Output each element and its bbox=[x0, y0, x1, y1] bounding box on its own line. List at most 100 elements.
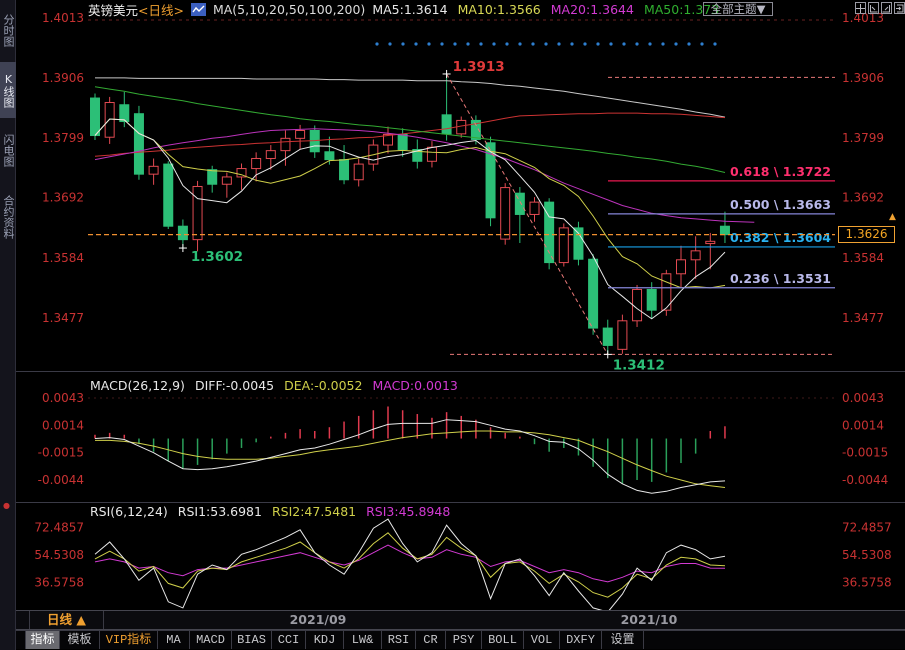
toolbar-tab-11[interactable]: PSY bbox=[446, 630, 482, 649]
price-axis-label-left: 1.3477 bbox=[42, 311, 84, 325]
price-axis-label-right: 1.3906 bbox=[842, 71, 884, 85]
pane-divider[interactable] bbox=[16, 371, 905, 372]
ma-value-label: MA5:1.3614 bbox=[372, 2, 447, 17]
sidebar-item-1[interactable]: K线图 bbox=[0, 62, 16, 118]
toolbar-tab-6[interactable]: CCI bbox=[272, 630, 306, 649]
candle-body bbox=[354, 164, 363, 180]
theme-dot-icon bbox=[518, 42, 521, 45]
symbol-name: 英镑美元 bbox=[88, 3, 138, 18]
axis-corner-cell bbox=[16, 611, 30, 629]
theme-dot-icon bbox=[401, 42, 404, 45]
candle-body bbox=[647, 289, 656, 310]
candle-body bbox=[427, 147, 436, 161]
candle-body bbox=[193, 186, 202, 239]
fib-label: 0.500 \ 1.3663 bbox=[730, 197, 831, 212]
theme-dot-icon bbox=[388, 42, 391, 45]
rsi2-value: RSI2:47.5481 bbox=[272, 504, 356, 519]
macd-axis-label-left: 0.0043 bbox=[42, 391, 84, 405]
fit-left-axis-icon[interactable] bbox=[868, 2, 879, 14]
toolbar-tab-12[interactable]: BOLL bbox=[482, 630, 524, 649]
candle-body bbox=[530, 202, 539, 214]
period-arrow-icon: ▲ bbox=[76, 612, 86, 627]
period-tab[interactable]: 日线 ▲ bbox=[30, 611, 104, 629]
candle-body bbox=[149, 166, 158, 174]
candle-body bbox=[266, 151, 275, 159]
rsi-axis-label-right: 36.5758 bbox=[842, 576, 892, 590]
toolbar-tab-2[interactable]: VIP指标 bbox=[100, 630, 158, 649]
price-axis-label-left: 1.4013 bbox=[42, 11, 84, 25]
x-axis-label-oct: 2021/10 bbox=[614, 612, 684, 627]
macd-axis-label-right: -0.0044 bbox=[842, 473, 888, 487]
window-control-icons bbox=[855, 2, 905, 14]
candle-body bbox=[164, 164, 173, 226]
rsi-axis-label-left: 54.5308 bbox=[34, 548, 84, 562]
expand-panel-icon[interactable] bbox=[894, 2, 905, 14]
price-axis-label-right: 1.3799 bbox=[842, 131, 884, 145]
ma-settings-label: MA(5,10,20,50,100,200) bbox=[213, 2, 365, 17]
toolbar-tab-7[interactable]: KDJ bbox=[306, 630, 344, 649]
candle-body bbox=[281, 138, 290, 150]
theme-dot-icon bbox=[492, 42, 495, 45]
toolbar-tab-15[interactable]: 设置 bbox=[602, 630, 644, 649]
theme-dot-icon bbox=[622, 42, 625, 45]
theme-select-button[interactable]: 全部主题▼ bbox=[703, 2, 773, 16]
fib-label: 0.236 \ 1.3531 bbox=[730, 271, 831, 286]
price-axis-label-left: 1.3584 bbox=[42, 251, 84, 265]
toolbar-tab-5[interactable]: BIAS bbox=[232, 630, 272, 649]
toolbar-tab-8[interactable]: LW& bbox=[344, 630, 382, 649]
toolbar-tab-1[interactable]: 模板 bbox=[60, 630, 100, 649]
theme-dot-icon bbox=[505, 42, 508, 45]
sidebar-item-2[interactable]: 闪电图 bbox=[0, 124, 16, 176]
macd-axis-label-right: 0.0014 bbox=[842, 418, 884, 432]
toolbar-tab-4[interactable]: MACD bbox=[190, 630, 232, 649]
theme-dot-icon bbox=[609, 42, 612, 45]
toolbar-tab-13[interactable]: VOL bbox=[524, 630, 560, 649]
macd-hist-value: MACD:0.0013 bbox=[372, 378, 457, 393]
theme-dot-icon bbox=[700, 42, 703, 45]
candle-body bbox=[559, 228, 568, 263]
pane-divider[interactable] bbox=[16, 502, 905, 503]
toolbar-tab-14[interactable]: DXFY bbox=[560, 630, 602, 649]
macd-axis-label-right: 0.0043 bbox=[842, 391, 884, 405]
date-axis-row: 日线 ▲ 2021/09 2021/10 bbox=[16, 610, 905, 630]
candle-body bbox=[208, 170, 217, 185]
theme-dot-icon bbox=[674, 42, 677, 45]
ma5-line bbox=[95, 119, 725, 319]
toolbar-tab-10[interactable]: CR bbox=[416, 630, 446, 649]
candle-body bbox=[252, 158, 261, 168]
theme-dot-icon bbox=[375, 42, 378, 45]
candle-body bbox=[398, 134, 407, 149]
candle-body bbox=[501, 188, 510, 239]
fit-right-axis-icon[interactable] bbox=[881, 2, 892, 14]
theme-dot-icon bbox=[687, 42, 690, 45]
chart-header: 英镑美元<日线> MA(5,10,20,50,100,200) MA5:1.36… bbox=[88, 1, 729, 17]
theme-dot-icon bbox=[427, 42, 430, 45]
left-sidebar: 分时图K线图闪电图合约资料● bbox=[0, 0, 16, 650]
macd-diff-value: DIFF:-0.0045 bbox=[195, 378, 274, 393]
toolbar-tab-0[interactable]: 指标 bbox=[26, 630, 60, 649]
macd-axis-label-left: -0.0044 bbox=[38, 473, 84, 487]
sidebar-item-0[interactable]: 分时图 bbox=[0, 4, 16, 56]
toolbar-filler bbox=[644, 630, 905, 649]
candle-body bbox=[457, 120, 466, 133]
swing-low-label: 1.3602 bbox=[191, 249, 243, 265]
candle-body bbox=[325, 152, 334, 160]
candle-body bbox=[296, 131, 305, 139]
candle-body bbox=[105, 103, 114, 138]
theme-dot-icon bbox=[453, 42, 456, 45]
move-icon[interactable] bbox=[855, 2, 866, 14]
ma200-line bbox=[95, 78, 725, 117]
ma-values: MA5:1.3614MA10:1.3566MA20:1.3644MA50:1.3… bbox=[372, 2, 729, 17]
chart-canvas[interactable]: 1.39131.36021.34120.618 \ 1.37220.500 \ … bbox=[0, 0, 905, 650]
toolbar-tab-3[interactable]: MA bbox=[158, 630, 190, 649]
rsi-axis-label-right: 54.5308 bbox=[842, 548, 892, 562]
candlestick-chart-icon bbox=[191, 3, 206, 16]
toolbar-tab-9[interactable]: RSI bbox=[382, 630, 416, 649]
rsi-axis-label-left: 72.4857 bbox=[34, 521, 84, 535]
sidebar-item-3[interactable]: 合约资料 bbox=[0, 182, 16, 252]
candle-body bbox=[134, 114, 143, 174]
rsi-title: RSI(6,12,24) bbox=[90, 504, 168, 519]
ma50-line bbox=[95, 87, 725, 173]
theme-dot-icon bbox=[583, 42, 586, 45]
period-label: <日线> bbox=[138, 3, 184, 18]
